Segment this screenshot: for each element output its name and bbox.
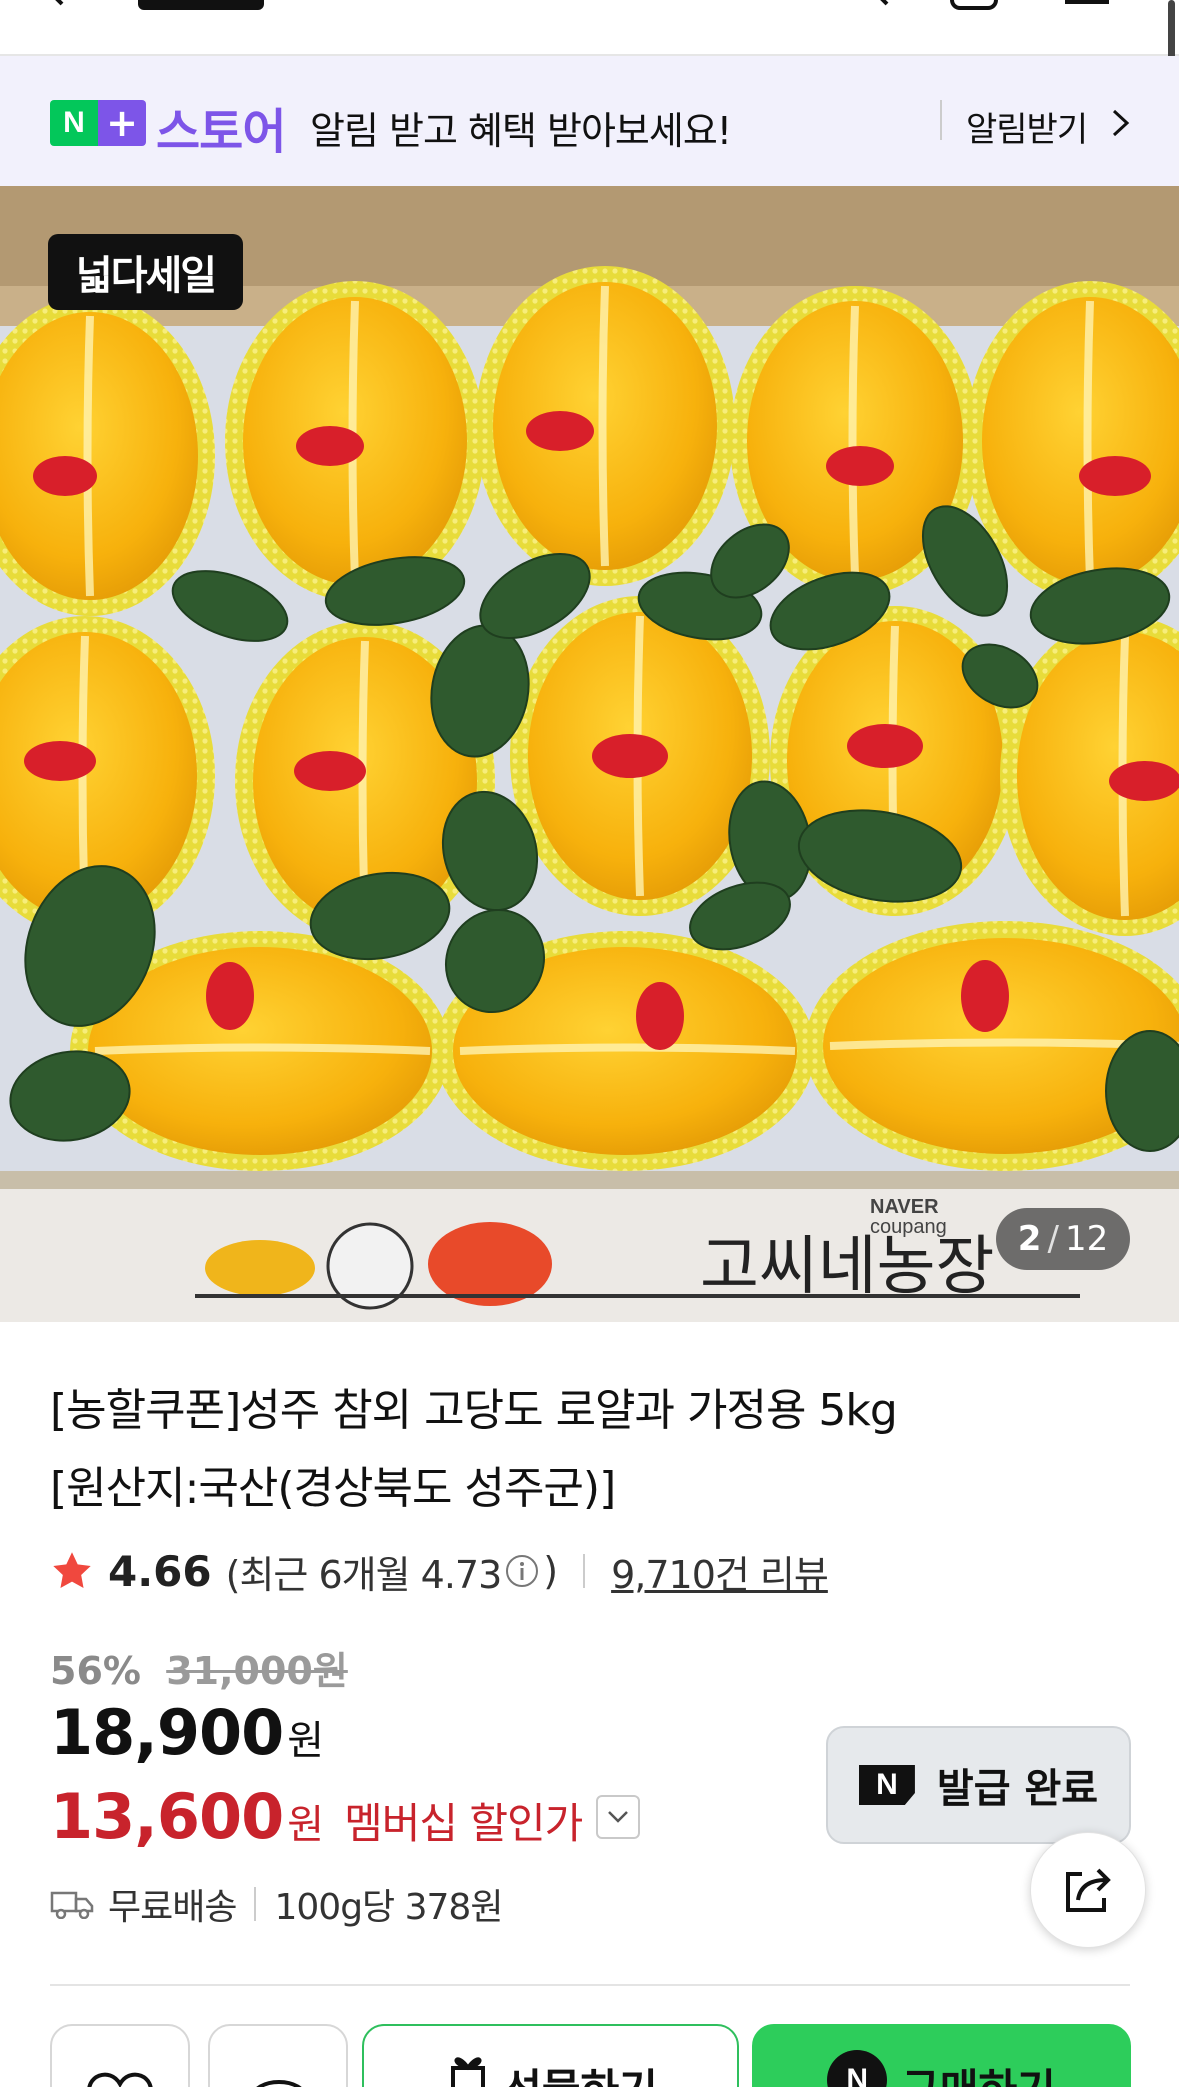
membership-price-value: 13,600 xyxy=(50,1780,284,1853)
truck-icon xyxy=(50,1891,94,1919)
recent-rating-close: ) xyxy=(543,1549,558,1593)
naver-n-mark: N xyxy=(50,100,98,146)
rating-score: 4.66 xyxy=(108,1546,212,1596)
info-icon[interactable] xyxy=(505,1554,539,1588)
coupon-label: 발급 완료 xyxy=(936,1766,1099,1812)
original-price-row: 56% 31,000원 xyxy=(50,1640,348,1695)
membership-dropdown-button[interactable] xyxy=(596,1794,641,1839)
image-counter: 2 / 12 xyxy=(996,1208,1130,1270)
rating-row: 4.66 (최근 6개월 4.73 ) 9,710건 리뷰 xyxy=(50,1544,829,1599)
rating-divider xyxy=(583,1554,586,1588)
menu-icon[interactable] xyxy=(1065,0,1109,4)
shipping-divider xyxy=(254,1887,257,1921)
back-arrow-icon[interactable] xyxy=(40,0,76,8)
share-button[interactable] xyxy=(1030,1832,1146,1948)
shipping-label: 무료배송 xyxy=(108,1887,237,1928)
sale-price: 18,900 원 xyxy=(50,1696,324,1769)
sale-badge: 넓다세일 xyxy=(48,234,243,310)
share-icon xyxy=(1066,1868,1111,1912)
top-header xyxy=(0,0,1179,165)
subscribe-notification-link[interactable]: 알림받기 xyxy=(966,102,1088,151)
sale-price-unit: 원 xyxy=(287,1718,324,1764)
banner-divider xyxy=(940,100,942,140)
product-title: [농할쿠폰]성주 참외 고당도 로얄과 가정용 5kg [원산지:국산(경상북도… xyxy=(50,1372,1110,1528)
membership-price-row: 13,600 원 멤버십 할인가 xyxy=(50,1780,641,1853)
unit-price: 100g당 378원 xyxy=(274,1887,503,1928)
image-index: 2 xyxy=(1017,1219,1042,1259)
section-divider xyxy=(50,1984,1130,1986)
heart-icon xyxy=(87,2072,153,2087)
plus-mark: + xyxy=(98,100,146,146)
star-icon xyxy=(53,1552,91,1589)
talk-button[interactable] xyxy=(208,2024,348,2087)
wishlist-button[interactable] xyxy=(50,2024,190,2087)
shipping-row: 무료배송 100g당 378원 xyxy=(50,1878,503,1930)
chevron-down-icon xyxy=(608,1810,629,1823)
buy-label: 구매하기 xyxy=(901,2056,1056,2087)
chevron-right-icon[interactable] xyxy=(1108,108,1134,138)
search-icon[interactable] xyxy=(855,0,891,10)
buy-button[interactable]: N 구매하기 xyxy=(752,2024,1131,2087)
box-brand-text: 고씨네농장 xyxy=(700,1230,994,1304)
svg-text:coupang: coupang xyxy=(870,1216,947,1238)
store-brand-label: 스토어 xyxy=(156,104,286,160)
gift-icon xyxy=(451,2057,486,2087)
naver-pay-icon: N xyxy=(827,2050,888,2087)
product-title-line1: [농할쿠폰]성주 참외 고당도 로얄과 가정용 5kg xyxy=(50,1385,898,1436)
review-count-link[interactable]: 9,710건 리뷰 xyxy=(611,1544,829,1599)
naver-coupon-icon: N xyxy=(858,1765,915,1805)
original-price: 31,000원 xyxy=(166,1649,348,1693)
product-photo: 고씨네농장 NAVER coupang xyxy=(0,186,1179,1322)
banner-message: 알림 받고 혜택 받아보세요! xyxy=(310,109,732,153)
product-title-line2: [원산지:국산(경상북도 성주군)] xyxy=(50,1463,616,1514)
image-counter-separator: / xyxy=(1047,1219,1059,1259)
chat-icon xyxy=(256,2080,302,2087)
membership-price-label: 멤버십 할인가 xyxy=(344,1799,583,1848)
notification-banner[interactable]: N + 스토어 알림 받고 혜택 받아보세요! 알림받기 xyxy=(0,56,1179,186)
svg-text:NAVER: NAVER xyxy=(870,1196,939,1218)
sale-price-value: 18,900 xyxy=(50,1696,284,1769)
discount-percent: 56% xyxy=(50,1649,141,1693)
recent-rating: (최근 6개월 4.73 xyxy=(225,1552,503,1597)
cart-icon[interactable] xyxy=(950,0,998,10)
membership-price-unit: 원 xyxy=(287,1802,325,1848)
image-total: 12 xyxy=(1064,1219,1109,1259)
coupon-issued-button[interactable]: N 발급 완료 xyxy=(826,1726,1131,1844)
product-image-carousel[interactable]: 고씨네농장 NAVER coupang 넓다세일 2 / 12 xyxy=(0,186,1179,1322)
gift-label: 선물하기 xyxy=(503,2056,658,2087)
naver-plus-logo: N + xyxy=(50,100,146,146)
gift-button[interactable]: 선물하기 xyxy=(362,2024,739,2087)
store-logo[interactable] xyxy=(138,0,264,10)
